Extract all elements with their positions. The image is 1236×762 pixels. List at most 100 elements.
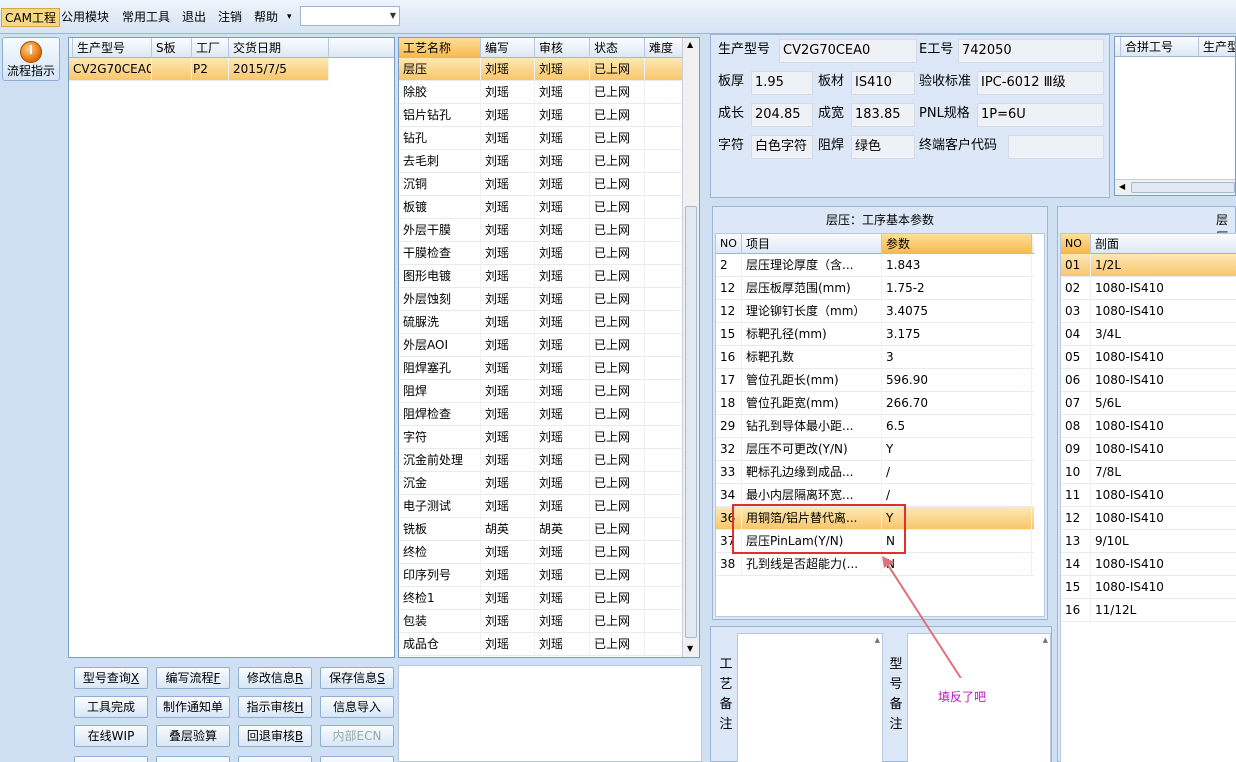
scroll-up-icon[interactable]: ▲ <box>1043 636 1048 644</box>
process-remark-input[interactable]: ▲ <box>737 633 883 762</box>
table-row[interactable]: 12 理论铆钉长度（mm） 3.4075 <box>716 300 1034 323</box>
table-row[interactable]: 01 1/2L <box>1061 254 1236 277</box>
table-row[interactable]: 字符 刘瑶 刘瑶 已上网 <box>399 426 683 449</box>
table-row[interactable]: 33 靶标孔边缘到成品... / <box>716 461 1034 484</box>
material-field[interactable]: IS410 <box>851 71 915 95</box>
col-stack-no[interactable]: NO <box>1061 234 1091 254</box>
pnl-field[interactable]: 1P=6U <box>977 103 1104 127</box>
col-item[interactable]: 项目 <box>742 234 882 254</box>
col-merge-model[interactable]: 生产型 <box>1199 37 1235 57</box>
customer-code-field[interactable] <box>1008 135 1104 159</box>
table-row[interactable]: 10 7/8L <box>1061 461 1236 484</box>
table-row[interactable]: 13 9/10L <box>1061 530 1236 553</box>
table-row[interactable]: 15 标靶孔径(mm) 3.175 <box>716 323 1034 346</box>
action-button-2[interactable]: 修改信息R <box>238 667 312 689</box>
table-row[interactable]: 15 1080-IS410 <box>1061 576 1236 599</box>
length-field[interactable]: 204.85 <box>751 103 813 127</box>
scroll-thumb[interactable] <box>685 206 697 638</box>
action-button-1[interactable]: 编写流程F <box>156 667 230 689</box>
partial-button-4[interactable] <box>320 756 394 762</box>
table-row[interactable]: 包装 刘瑶 刘瑶 已上网 <box>399 610 683 633</box>
table-row[interactable]: 沉金前处理 刘瑶 刘瑶 已上网 <box>399 449 683 472</box>
col-merge-no[interactable]: 合拼工号 <box>1121 37 1199 57</box>
table-row[interactable]: 2 层压理论厚度（含... 1.843 <box>716 254 1034 277</box>
menu-common-modules[interactable]: 公用模块 <box>58 8 112 27</box>
table-row[interactable]: 硫脲洗 刘瑶 刘瑶 已上网 <box>399 311 683 334</box>
table-row[interactable]: 沉金 刘瑶 刘瑶 已上网 <box>399 472 683 495</box>
table-row[interactable]: 钻孔 刘瑶 刘瑶 已上网 <box>399 127 683 150</box>
flow-indicator-button[interactable]: 流程指示 <box>2 37 60 81</box>
merge-hscrollbar[interactable]: ◀ <box>1115 179 1235 195</box>
table-row[interactable]: 14 1080-IS410 <box>1061 553 1236 576</box>
action-button-5[interactable]: 制作通知单 <box>156 696 230 718</box>
menu-exit[interactable]: 退出 <box>179 8 209 27</box>
scroll-up-icon[interactable]: ▲ <box>687 40 693 49</box>
table-row[interactable]: 阻焊 刘瑶 刘瑶 已上网 <box>399 380 683 403</box>
table-row[interactable]: 04 3/4L <box>1061 323 1236 346</box>
action-button-11[interactable]: 内部ECN <box>320 725 394 747</box>
eno-field[interactable]: 742050 <box>958 39 1104 63</box>
action-button-7[interactable]: 信息导入 <box>320 696 394 718</box>
table-row[interactable]: 阻焊检查 刘瑶 刘瑶 已上网 <box>399 403 683 426</box>
menu-logout[interactable]: 注销 <box>215 8 245 27</box>
menu-common-tools[interactable]: 常用工具 <box>119 8 173 27</box>
table-row[interactable]: 终检1 刘瑶 刘瑶 已上网 <box>399 587 683 610</box>
menu-more-icon[interactable]: ▾ <box>284 8 295 27</box>
action-button-3[interactable]: 保存信息S <box>320 667 394 689</box>
table-row[interactable]: 03 1080-IS410 <box>1061 300 1236 323</box>
table-row[interactable]: 05 1080-IS410 <box>1061 346 1236 369</box>
action-button-9[interactable]: 叠层验算 <box>156 725 230 747</box>
table-row[interactable]: 终检 刘瑶 刘瑶 已上网 <box>399 541 683 564</box>
table-row[interactable]: 成品仓 刘瑶 刘瑶 已上网 <box>399 633 683 656</box>
table-row[interactable]: 铝片钻孔 刘瑶 刘瑶 已上网 <box>399 104 683 127</box>
col-writer[interactable]: 编写 <box>481 38 535 58</box>
table-row[interactable]: 层压 刘瑶 刘瑶 已上网 <box>399 58 683 81</box>
table-row[interactable]: 29 钻孔到导体最小距... 6.5 <box>716 415 1034 438</box>
table-row[interactable]: 电子测试 刘瑶 刘瑶 已上网 <box>399 495 683 518</box>
table-row[interactable]: 32 层压不可更改(Y/N) Y <box>716 438 1034 461</box>
action-button-10[interactable]: 回退审核B <box>238 725 312 747</box>
action-button-6[interactable]: 指示审核H <box>238 696 312 718</box>
model-field[interactable]: CV2G70CEA0 <box>779 39 917 63</box>
col-process-name[interactable]: 工艺名称 <box>399 38 481 58</box>
legend-field[interactable]: 白色字符 <box>751 135 813 159</box>
table-row[interactable]: 02 1080-IS410 <box>1061 277 1236 300</box>
table-row[interactable]: 06 1080-IS410 <box>1061 369 1236 392</box>
table-row[interactable]: 11 1080-IS410 <box>1061 484 1236 507</box>
thickness-field[interactable]: 1.95 <box>751 71 813 95</box>
action-button-8[interactable]: 在线WIP <box>74 725 148 747</box>
process-scrollbar[interactable]: ▲ ▼ <box>682 38 699 657</box>
mask-field[interactable]: 绿色 <box>851 135 915 159</box>
col-profile[interactable]: 剖面 <box>1091 234 1236 254</box>
table-row[interactable]: 铣板 胡英 胡英 已上网 <box>399 518 683 541</box>
menu-help[interactable]: 帮助 <box>251 8 281 27</box>
table-row[interactable]: 板镀 刘瑶 刘瑶 已上网 <box>399 196 683 219</box>
col-value[interactable]: 参数 <box>882 234 1032 254</box>
col-model[interactable]: 生产型号 <box>73 38 152 58</box>
table-row[interactable]: CV2G70CEA0 P2 2015/7/5 <box>69 58 329 81</box>
col-factory[interactable]: 工厂 <box>192 38 229 58</box>
menu-cam[interactable]: CAM工程 <box>1 8 60 27</box>
width-field[interactable]: 183.85 <box>851 103 915 127</box>
table-row[interactable]: 外层干膜 刘瑶 刘瑶 已上网 <box>399 219 683 242</box>
notes-area[interactable] <box>398 665 702 762</box>
table-row[interactable]: 07 5/6L <box>1061 392 1236 415</box>
standard-field[interactable]: IPC-6012 Ⅲ级 <box>977 71 1104 95</box>
table-row[interactable]: 去毛刺 刘瑶 刘瑶 已上网 <box>399 150 683 173</box>
col-reviewer[interactable]: 审核 <box>535 38 590 58</box>
table-row[interactable]: 阻焊塞孔 刘瑶 刘瑶 已上网 <box>399 357 683 380</box>
table-row[interactable]: 12 层压板厚范围(mm) 1.75-2 <box>716 277 1034 300</box>
table-row[interactable]: 除胶 刘瑶 刘瑶 已上网 <box>399 81 683 104</box>
scroll-down-icon[interactable]: ▼ <box>687 644 693 653</box>
table-row[interactable]: 印序列号 刘瑶 刘瑶 已上网 <box>399 564 683 587</box>
hscroll-thumb[interactable] <box>1131 182 1235 193</box>
partial-button-1[interactable] <box>74 756 148 762</box>
col-no[interactable]: NO <box>716 234 742 254</box>
toolbar-combo[interactable]: ▼ <box>300 6 400 26</box>
table-row[interactable]: 18 管位孔距宽(mm) 266.70 <box>716 392 1034 415</box>
partial-button-2[interactable] <box>156 756 230 762</box>
table-row[interactable]: 图形电镀 刘瑶 刘瑶 已上网 <box>399 265 683 288</box>
table-row[interactable]: 09 1080-IS410 <box>1061 438 1236 461</box>
table-row[interactable]: 沉铜 刘瑶 刘瑶 已上网 <box>399 173 683 196</box>
scroll-left-icon[interactable]: ◀ <box>1119 182 1125 191</box>
